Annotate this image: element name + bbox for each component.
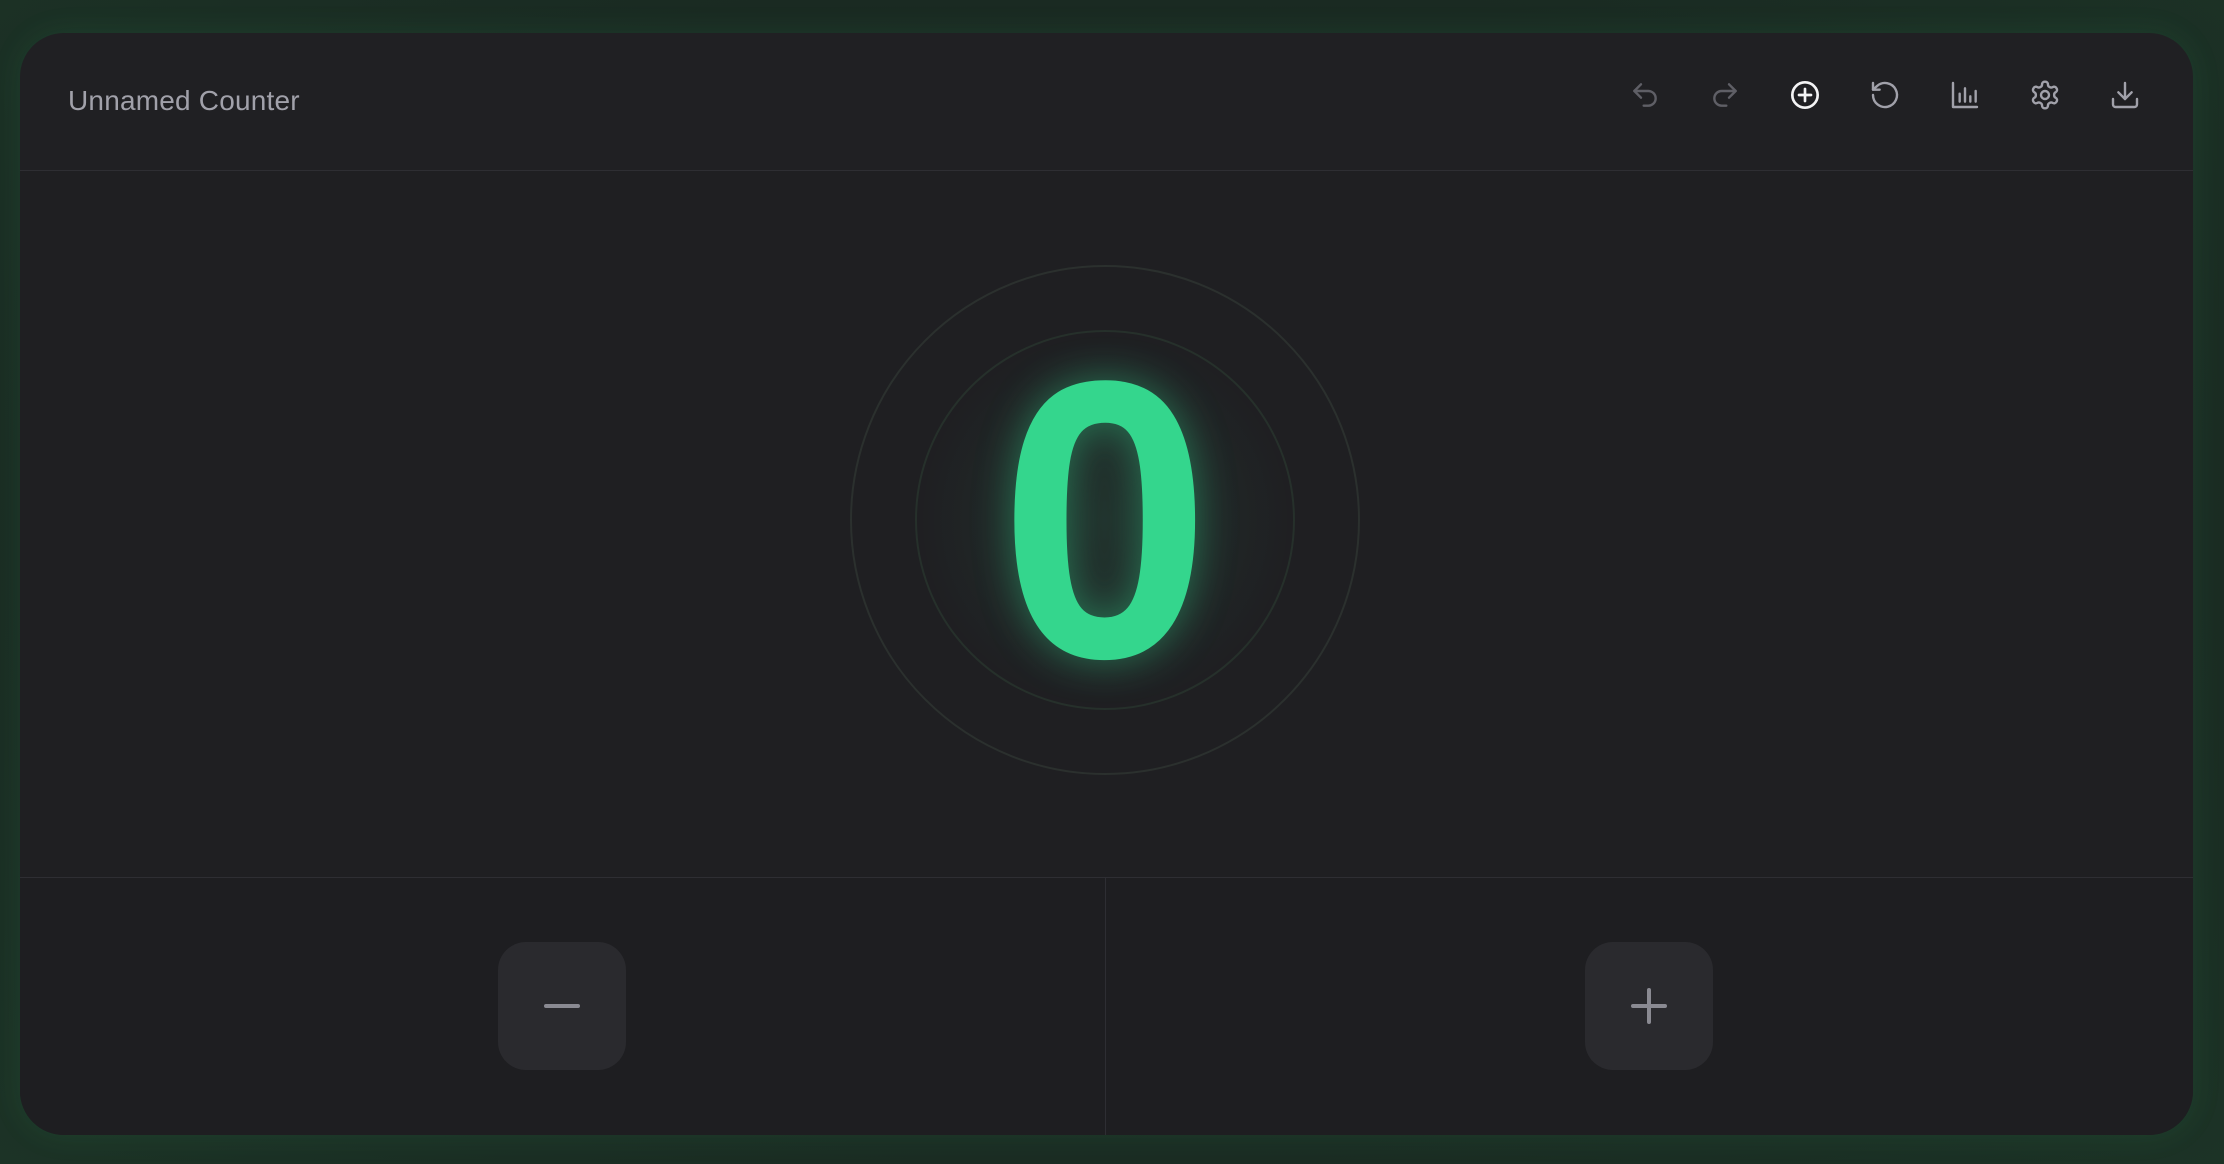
add-circle-icon: [1791, 81, 1819, 109]
reset-icon: [1871, 81, 1899, 109]
redo-button[interactable]: [1707, 77, 1743, 113]
controls-divider: [1105, 878, 1106, 1135]
stats-button[interactable]: [1947, 77, 1983, 113]
controls: [20, 877, 2193, 1135]
undo-button[interactable]: [1627, 77, 1663, 113]
counter-display: 0: [20, 171, 2193, 877]
bar-chart-icon: [1951, 81, 1979, 109]
header: Unnamed Counter: [20, 33, 2193, 171]
counter-card: Unnamed Counter 0: [20, 33, 2193, 1135]
undo-icon: [1633, 83, 1657, 107]
plus-icon: [1631, 988, 1667, 1024]
settings-button[interactable]: [2027, 77, 2063, 113]
redo-icon: [1713, 83, 1737, 107]
download-icon: [2111, 81, 2139, 109]
increment-button[interactable]: [1585, 942, 1713, 1070]
counter-title[interactable]: Unnamed Counter: [68, 85, 300, 117]
counter-value: 0: [999, 298, 1211, 741]
gear-icon: [2031, 80, 2059, 110]
decrement-button[interactable]: [498, 942, 626, 1070]
export-button[interactable]: [2107, 77, 2143, 113]
toolbar: [1627, 77, 2143, 113]
minus-icon: [544, 1004, 580, 1008]
reset-button[interactable]: [1867, 77, 1903, 113]
add-counter-button[interactable]: [1787, 77, 1823, 113]
